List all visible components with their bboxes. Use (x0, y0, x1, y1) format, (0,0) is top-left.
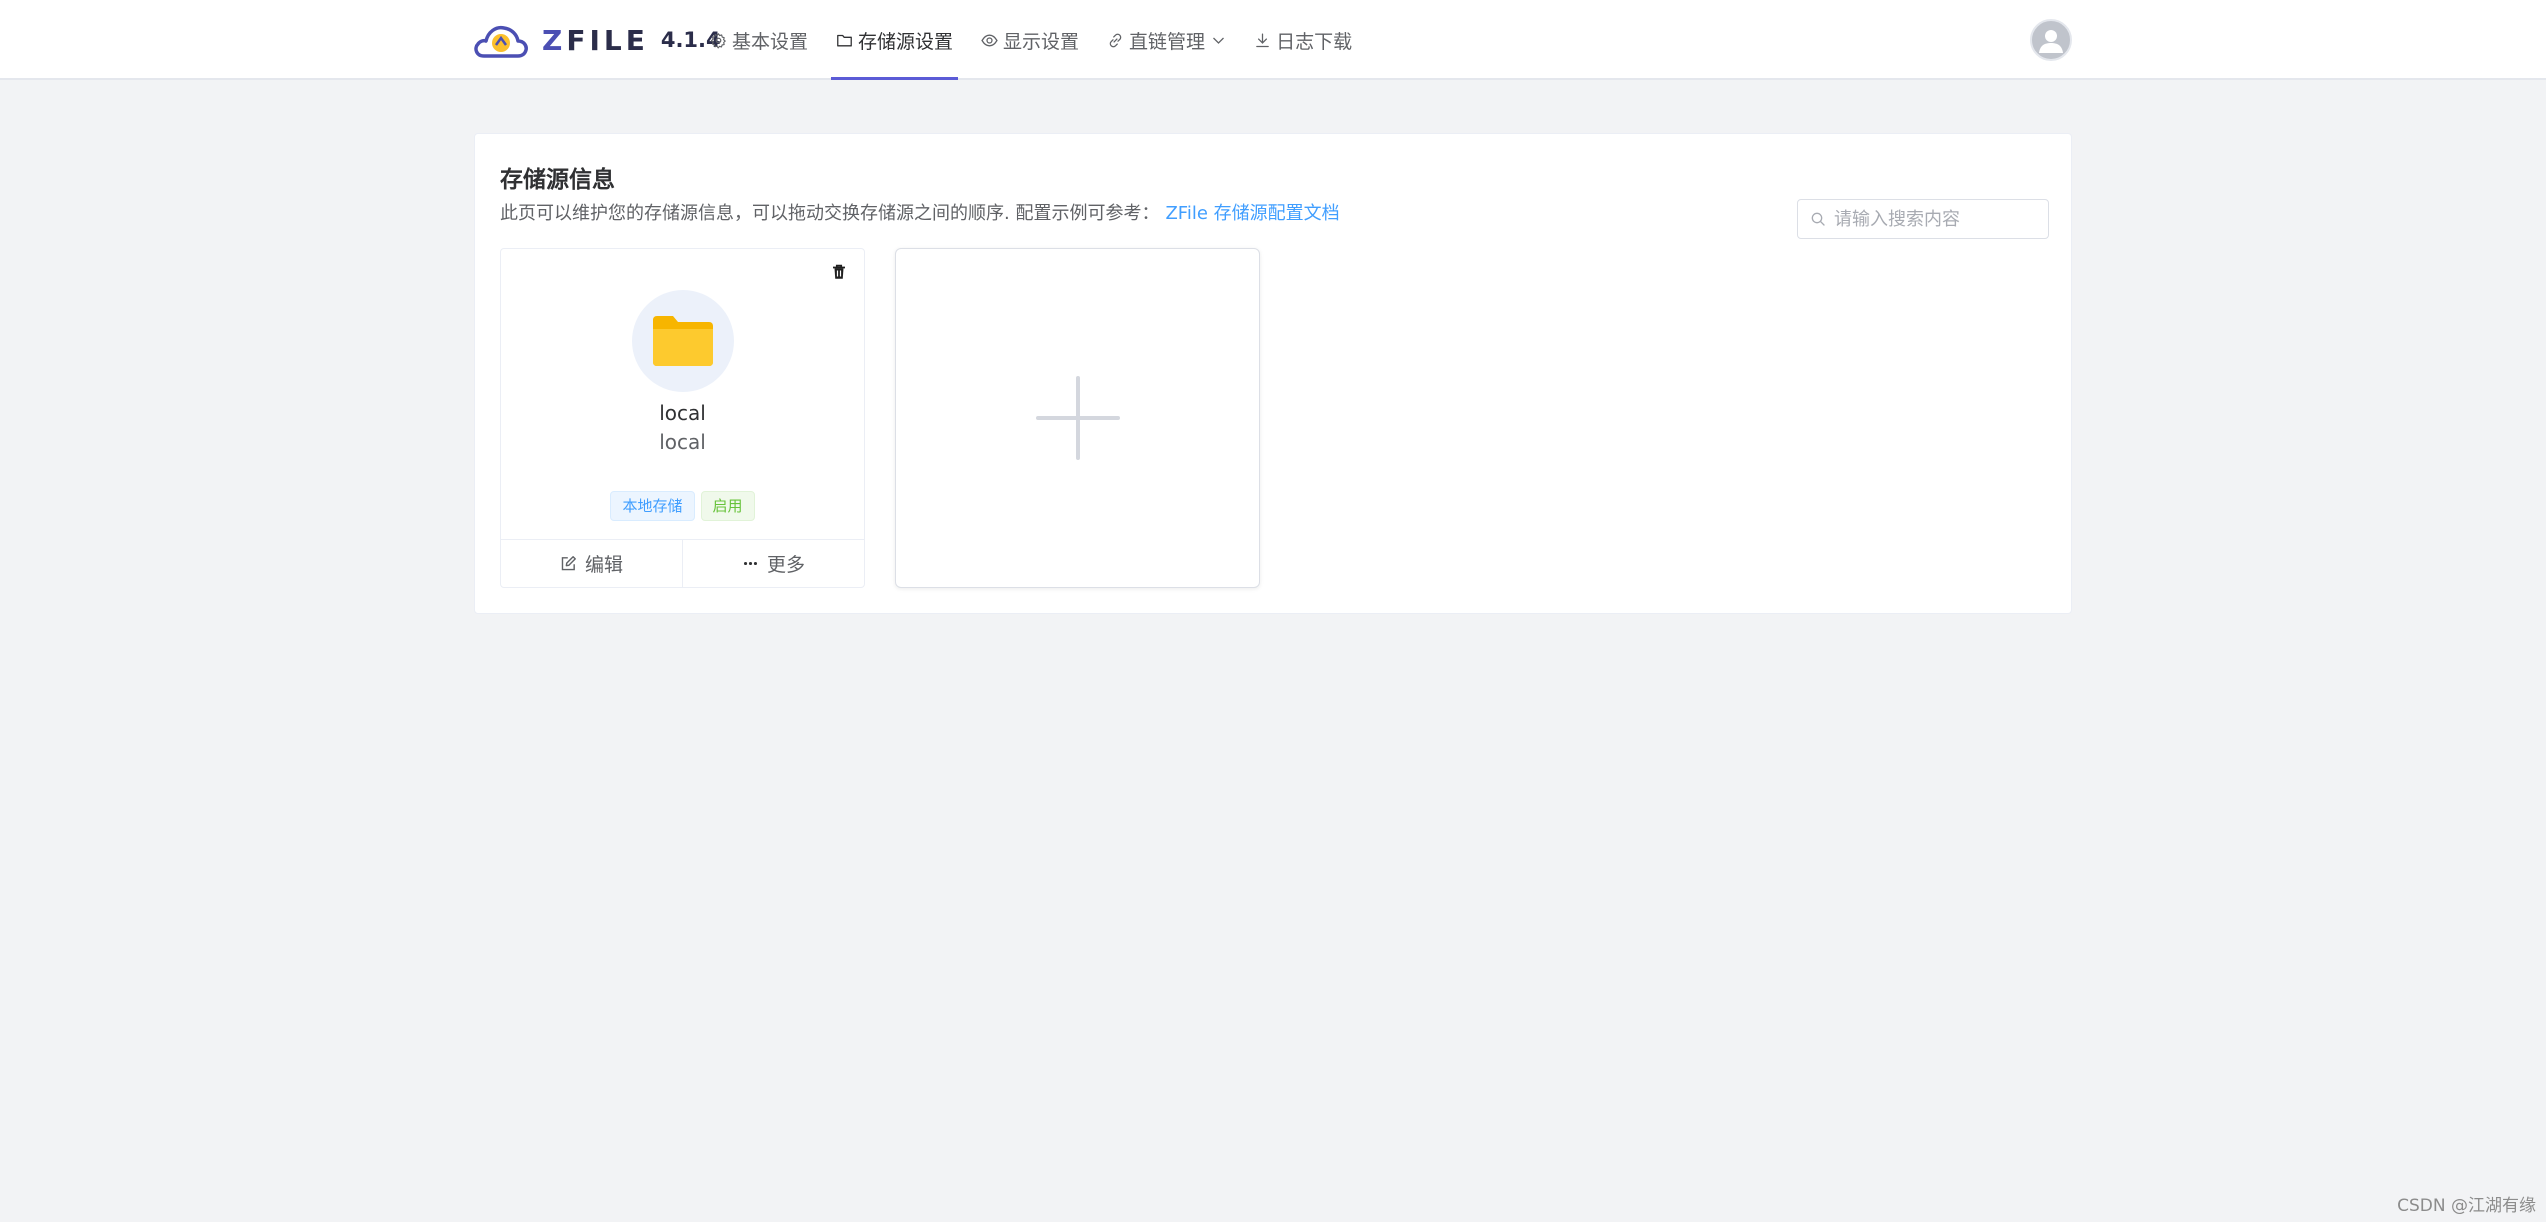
nav-basic-settings[interactable]: 基本设置 (705, 0, 813, 80)
storage-doc-link[interactable]: ZFile 存储源配置文档 (1165, 203, 1339, 224)
eye-icon (981, 34, 998, 46)
link-icon (1109, 33, 1122, 47)
storage-key: local (659, 430, 706, 454)
user-avatar-icon (2039, 30, 2063, 53)
brand-name: ZFILE (542, 23, 649, 57)
edit-label: 编辑 (584, 554, 623, 576)
nav-storage-settings[interactable]: 存储源设置 (831, 0, 959, 80)
search-input[interactable] (1834, 208, 2034, 230)
nav-label: 日志下载 (1276, 30, 1353, 53)
delete-button[interactable] (830, 263, 850, 283)
plus-icon (1035, 376, 1120, 460)
status-badge: 启用 (700, 491, 755, 521)
storage-panel: 存储源信息 此页可以维护您的存储源信息，可以拖动交换存储源之间的顺序. 配置示例… (474, 133, 2072, 614)
card-actions: 编辑 更多 (501, 539, 864, 587)
search-icon (1811, 212, 1825, 226)
search-box[interactable] (1797, 199, 2049, 239)
more-dots-icon (743, 561, 758, 566)
nav-label: 显示设置 (1003, 30, 1080, 53)
nav-log-download[interactable]: 日志下载 (1249, 0, 1357, 80)
trash-icon (833, 264, 845, 279)
add-storage-button[interactable] (895, 248, 1260, 588)
storage-type-tag: 本地存储 (610, 491, 695, 521)
nav-label: 存储源设置 (858, 30, 954, 53)
panel-description: 此页可以维护您的存储源信息，可以拖动交换存储源之间的顺序. 配置示例可参考： ZF… (500, 199, 1340, 225)
chevron-down-icon (1213, 37, 1225, 44)
nav-label: 直链管理 (1129, 30, 1206, 53)
avatar[interactable] (2030, 19, 2072, 61)
more-button[interactable]: 更多 (682, 540, 864, 587)
storage-type-icon-wrap (632, 290, 734, 392)
nav-link-management[interactable]: 直链管理 (1102, 0, 1231, 80)
nav-display-settings[interactable]: 显示设置 (976, 0, 1084, 80)
cloud-logo-icon (474, 25, 528, 58)
nav-label: 基本设置 (732, 30, 809, 53)
edit-button[interactable]: 编辑 (501, 540, 682, 587)
more-label: 更多 (766, 554, 805, 576)
watermark: CSDN @江湖有缘 (2397, 1196, 2536, 1216)
folder-icon (837, 34, 852, 46)
download-icon (1256, 32, 1269, 47)
storage-tags: 本地存储 启用 (501, 491, 864, 521)
edit-icon (561, 556, 576, 571)
folder-icon (653, 316, 713, 366)
logo[interactable]: ZFILE 4.1.4 (472, 18, 721, 62)
panel-title: 存储源信息 (500, 167, 615, 193)
top-header: ZFILE 4.1.4 基本设置 存储源设置 显示设置 直链管理 日志下载 (0, 0, 2546, 80)
storage-card[interactable]: local local 本地存储 启用 编辑 更多 (500, 248, 865, 588)
storage-name: local (659, 401, 706, 425)
main-nav: 基本设置 存储源设置 显示设置 直链管理 日志下载 (705, 0, 1375, 80)
gear-icon (710, 32, 726, 49)
description-text: 此页可以维护您的存储源信息，可以拖动交换存储源之间的顺序. 配置示例可参考： (500, 203, 1160, 224)
